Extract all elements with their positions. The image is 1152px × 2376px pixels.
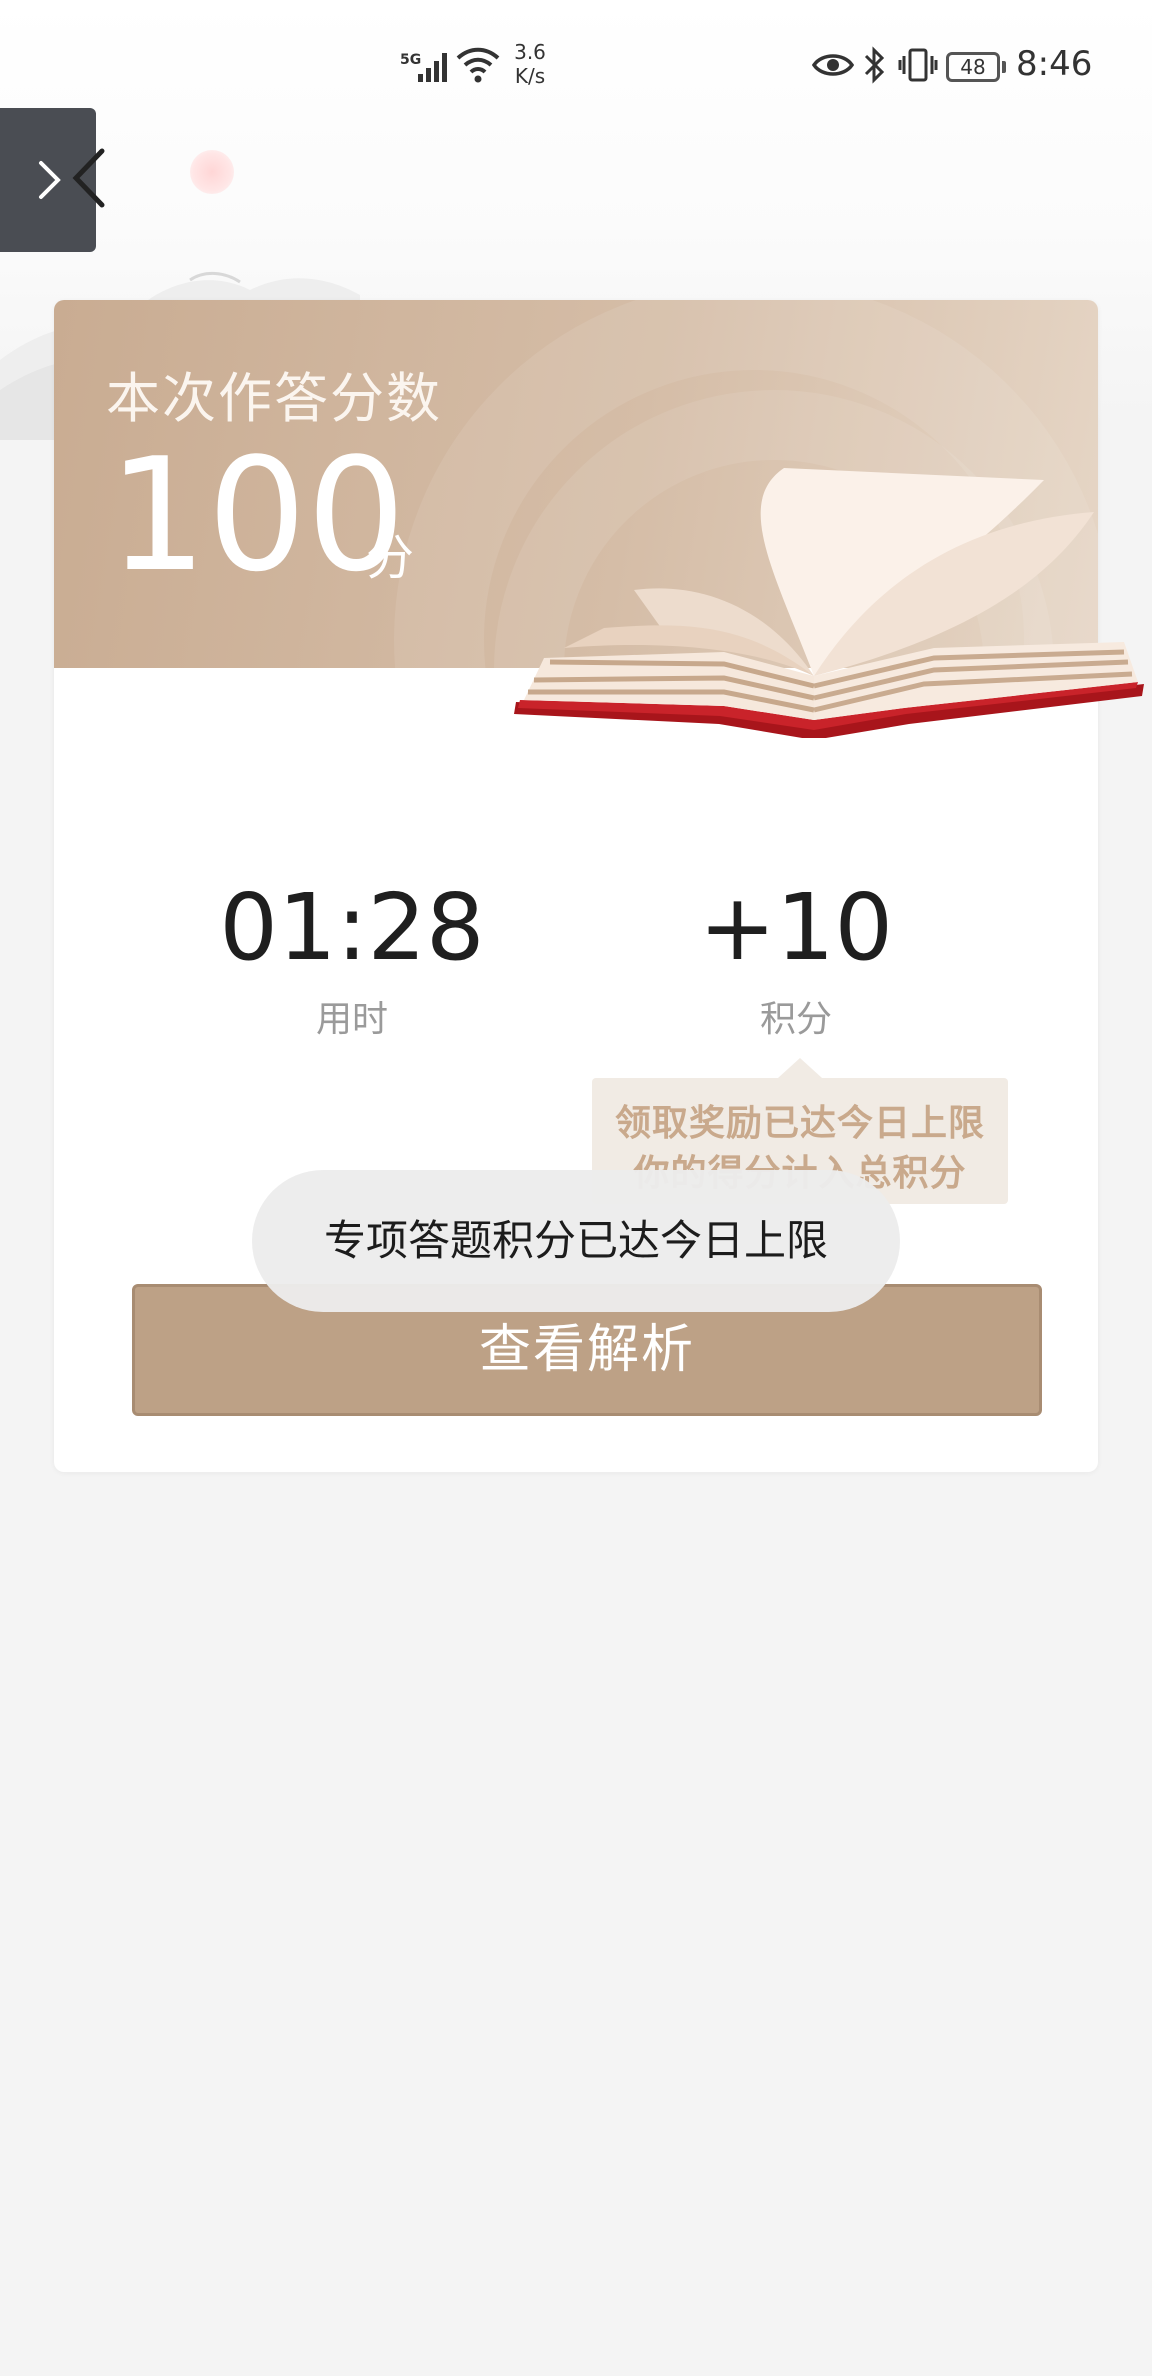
stats-row: 01:28 用时 +10 积分 bbox=[54, 874, 1098, 1041]
battery-icon: 48 bbox=[946, 52, 1006, 82]
toast-message: 专项答题积分已达今日上限 bbox=[252, 1170, 900, 1312]
network-speed: 3.6 K/s bbox=[510, 40, 550, 88]
score-unit: 分 bbox=[366, 530, 415, 586]
points-earned-value: +10 bbox=[698, 874, 894, 981]
time-used-value: 01:28 bbox=[219, 874, 485, 981]
speed-value: 3.6 bbox=[514, 40, 546, 64]
open-book-illustration bbox=[514, 468, 1144, 738]
vibrate-icon bbox=[898, 48, 938, 82]
score-label: 本次作答分数 bbox=[106, 367, 442, 430]
wifi-icon bbox=[456, 47, 500, 83]
clock-time: 8:46 bbox=[1016, 44, 1093, 84]
signal-icon bbox=[418, 53, 447, 82]
time-used-label: 用时 bbox=[315, 999, 388, 1040]
back-arrow-icon[interactable] bbox=[72, 148, 106, 208]
battery-level: 48 bbox=[946, 52, 1000, 82]
status-bar: 5G 3.6 K/s 48 8:46 bbox=[0, 0, 1152, 134]
chevron-right-icon bbox=[39, 161, 61, 199]
speed-unit: K/s bbox=[514, 64, 546, 88]
score-value: 100 bbox=[108, 424, 406, 606]
reward-tip-line-1: 领取奖励已达今日上限 bbox=[614, 1103, 985, 1144]
eye-icon bbox=[812, 54, 854, 76]
points-earned-label: 积分 bbox=[759, 999, 832, 1040]
bluetooth-icon bbox=[864, 46, 885, 84]
